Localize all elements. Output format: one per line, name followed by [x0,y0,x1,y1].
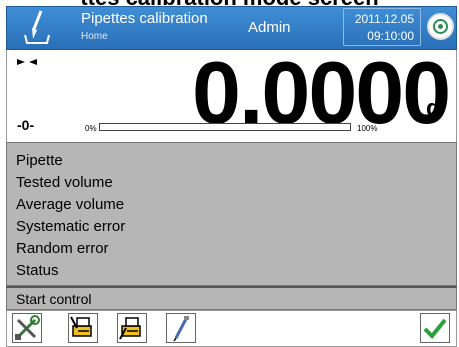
bottom-toolbar [6,310,457,347]
info-row-systematic-error: Systematic error [16,218,126,235]
breadcrumb[interactable]: Home [81,31,108,42]
info-panel: Pipette Tested volume Average volume Sys… [6,142,457,286]
user-name[interactable]: Admin [248,19,291,36]
info-row-tested-volume: Tested volume [16,174,113,191]
target-icon[interactable] [427,13,454,40]
weight-unit[interactable]: g [426,95,441,123]
info-row-pipette: Pipette [16,152,63,169]
zero-indicator: -0- [17,117,35,133]
load-bargraph [99,123,351,131]
date-label: 2011.12.05 [354,12,414,26]
tools-icon[interactable] [12,313,42,343]
stability-marker-icon [17,54,37,72]
printer-header-icon[interactable] [68,313,98,343]
weight-reading: 0.0000 [192,43,451,142]
bargraph-min-label: 0% [85,124,97,133]
printer-footer-icon[interactable] [117,313,147,343]
checkmark-icon[interactable] [420,313,450,343]
info-row-random-error: Random error [16,240,109,257]
window-title: Pipettes calibration [81,10,208,27]
info-row-status: Status [16,262,59,279]
pipette-icon[interactable] [19,9,55,47]
start-control-bar[interactable]: Start control [6,286,457,310]
pipette-icon[interactable] [166,313,196,343]
target-dot [438,24,443,29]
start-control-label: Start control [16,291,92,307]
weighing-display: 0.0000 g -0- 0% 100% [6,43,457,142]
info-row-average-volume: Average volume [16,196,125,213]
bargraph-max-label: 100% [357,124,378,133]
